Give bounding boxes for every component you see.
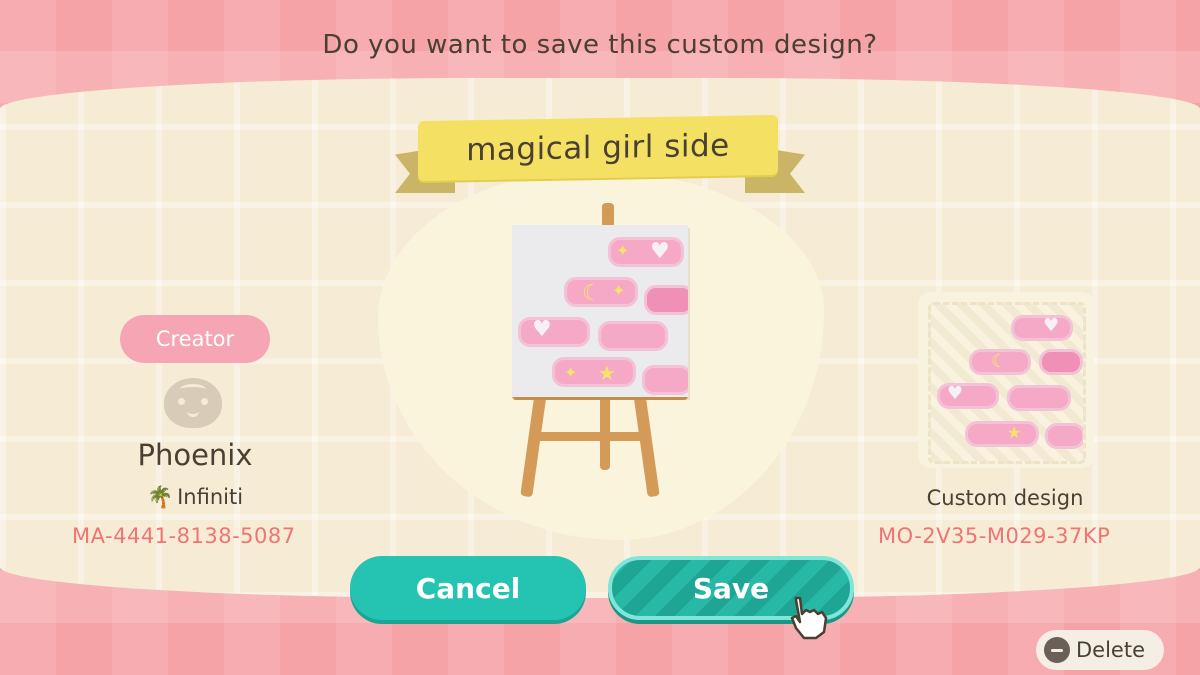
creator-badge: Creator bbox=[120, 315, 270, 363]
delete-button[interactable]: Delete bbox=[1036, 630, 1164, 670]
design-title-banner: magical girl side bbox=[418, 114, 778, 182]
star-icon: ★ bbox=[1007, 423, 1022, 442]
pattern-brick bbox=[1045, 423, 1083, 449]
pattern-brick bbox=[965, 421, 1039, 447]
island-name: Infiniti bbox=[177, 485, 244, 509]
pattern-brick bbox=[598, 321, 668, 351]
sparkle-icon: ✦ bbox=[616, 241, 630, 260]
pattern-brick bbox=[1007, 385, 1071, 411]
avatar-hair bbox=[180, 384, 206, 395]
palm-tree-icon: 🌴 bbox=[146, 485, 174, 509]
save-question: Do you want to save this custom design? bbox=[322, 30, 878, 60]
easel-crossbar bbox=[535, 432, 647, 441]
villager-face-icon bbox=[164, 378, 222, 428]
star-icon: ★ bbox=[598, 361, 616, 385]
crescent-moon-icon: ☾ bbox=[991, 351, 1008, 372]
pattern-brick bbox=[1039, 349, 1083, 375]
pattern-brick bbox=[644, 285, 688, 315]
cancel-label: Cancel bbox=[415, 571, 521, 605]
design-canvas-preview: ♥ ♥ ✦ ☾ ✦ ✦ ★ bbox=[512, 225, 688, 397]
save-label: Save bbox=[692, 571, 770, 605]
cancel-button[interactable]: Cancel bbox=[350, 556, 586, 620]
minus-button-icon bbox=[1044, 637, 1070, 663]
sparkle-icon: ✦ bbox=[564, 363, 578, 382]
crescent-moon-icon: ☾ bbox=[582, 281, 602, 306]
pattern-brick bbox=[642, 365, 688, 395]
design-title: magical girl side bbox=[466, 127, 730, 169]
heart-icon: ♥ bbox=[532, 317, 552, 342]
easel-leg-back bbox=[600, 390, 610, 470]
design-thumbnail: ♥ ♥ ☾ ★ bbox=[928, 302, 1086, 464]
heart-icon: ♥ bbox=[947, 383, 964, 404]
design-code: MO-2V35-M029-37KP bbox=[878, 524, 1111, 548]
sparkle-icon: ✦ bbox=[612, 281, 626, 300]
pattern-brick bbox=[518, 317, 590, 347]
heart-icon: ♥ bbox=[1043, 315, 1060, 336]
creator-name: Phoenix bbox=[137, 438, 253, 472]
avatar-mouth bbox=[187, 408, 199, 417]
delete-label: Delete bbox=[1076, 638, 1145, 662]
avatar-eye-right bbox=[201, 398, 208, 405]
creator-island: 🌴 Infiniti bbox=[95, 485, 295, 510]
avatar-eye-left bbox=[178, 398, 185, 405]
pointing-hand-cursor-icon bbox=[790, 596, 828, 640]
creator-code: MA-4441-8138-5087 bbox=[72, 524, 296, 548]
design-type-label: Custom design bbox=[926, 486, 1084, 510]
heart-icon: ♥ bbox=[650, 239, 670, 264]
pattern-brick bbox=[1011, 315, 1073, 341]
